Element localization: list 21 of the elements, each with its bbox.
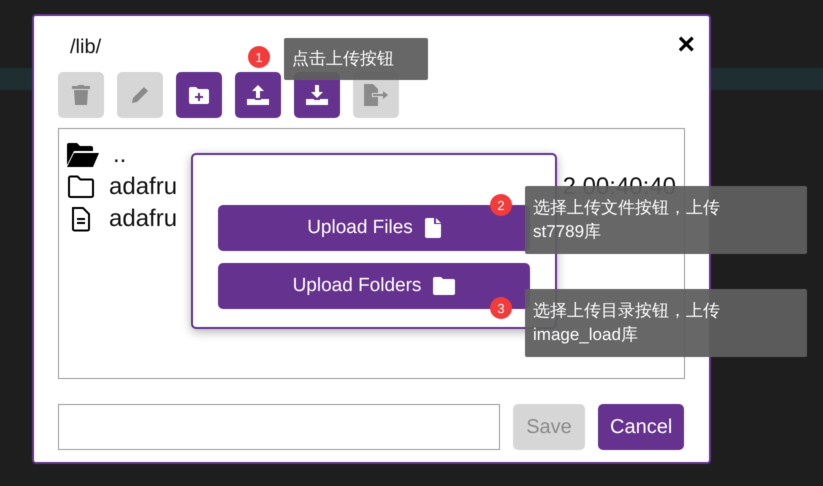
upload-icon (247, 85, 269, 105)
folder-plus-icon (189, 86, 209, 104)
path-title: /lib/ (69, 34, 102, 58)
open-folder-icon (67, 143, 99, 167)
file-icon (424, 218, 441, 238)
upload-button[interactable] (235, 72, 281, 118)
file-name[interactable]: adafru (109, 205, 178, 233)
new-folder-button[interactable] (176, 72, 222, 118)
folder-icon (67, 175, 95, 199)
filename-field[interactable] (58, 404, 500, 450)
download-icon (306, 85, 328, 105)
file-name[interactable]: adafru (109, 173, 178, 201)
hint-tooltip: 点击上传按钮 (284, 38, 428, 80)
cancel-button[interactable]: Cancel (598, 404, 684, 450)
hint-tooltip: 选择上传目录按钮，上传image_load库 (525, 289, 807, 357)
close-button[interactable]: × (677, 30, 695, 60)
pencil-icon (130, 85, 150, 105)
trash-icon (72, 85, 90, 105)
file-name[interactable]: .. (113, 141, 126, 169)
folder-icon (433, 277, 456, 295)
file-export-icon (364, 84, 388, 106)
